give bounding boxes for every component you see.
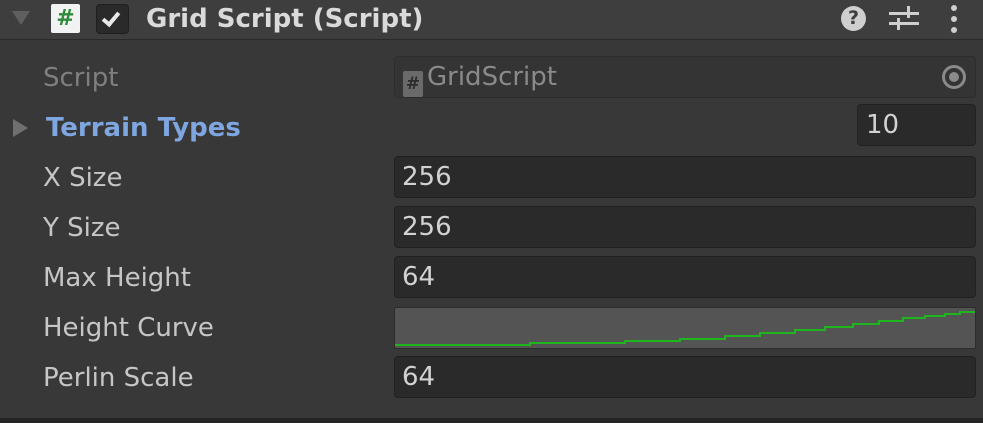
max-height-label: Max Height (43, 263, 191, 293)
component-title: Grid Script (Script) (146, 4, 424, 34)
x-size-label: X Size (43, 163, 123, 193)
presets-icon[interactable] (889, 6, 919, 32)
perlin-scale-label: Perlin Scale (43, 363, 194, 393)
script-value: GridScript (427, 62, 557, 92)
height-curve-label: Height Curve (43, 313, 214, 343)
script-label: Script (43, 63, 119, 93)
terrain-types-label[interactable]: Terrain Types (46, 106, 241, 150)
terrain-types-row[interactable]: Terrain Types (0, 106, 983, 150)
csharp-script-icon: # (403, 71, 423, 97)
x-size-field[interactable]: 256 (394, 156, 976, 198)
expand-arrow-icon[interactable] (13, 119, 28, 137)
terrain-types-size-field[interactable]: 10 (857, 104, 976, 146)
foldout-arrow-icon[interactable] (12, 11, 30, 25)
y-size-label: Y Size (43, 213, 121, 243)
csharp-script-icon: # (51, 4, 80, 33)
y-size-field[interactable]: 256 (394, 206, 976, 248)
component-divider (0, 418, 983, 423)
max-height-field[interactable]: 64 (394, 256, 976, 298)
height-curve-graph (395, 311, 975, 346)
component-enabled-checkbox[interactable] (96, 4, 129, 34)
perlin-scale-field[interactable]: 64 (394, 356, 976, 398)
help-icon[interactable]: ? (841, 6, 866, 31)
component-header[interactable]: # Grid Script (Script) ? (0, 0, 983, 40)
checkmark-icon (101, 7, 121, 28)
height-curve-line (395, 311, 975, 346)
script-object-field[interactable]: # GridScript (394, 56, 976, 98)
height-curve-field[interactable] (394, 307, 976, 349)
context-menu-icon[interactable] (950, 5, 958, 33)
object-picker-icon[interactable] (942, 65, 966, 89)
